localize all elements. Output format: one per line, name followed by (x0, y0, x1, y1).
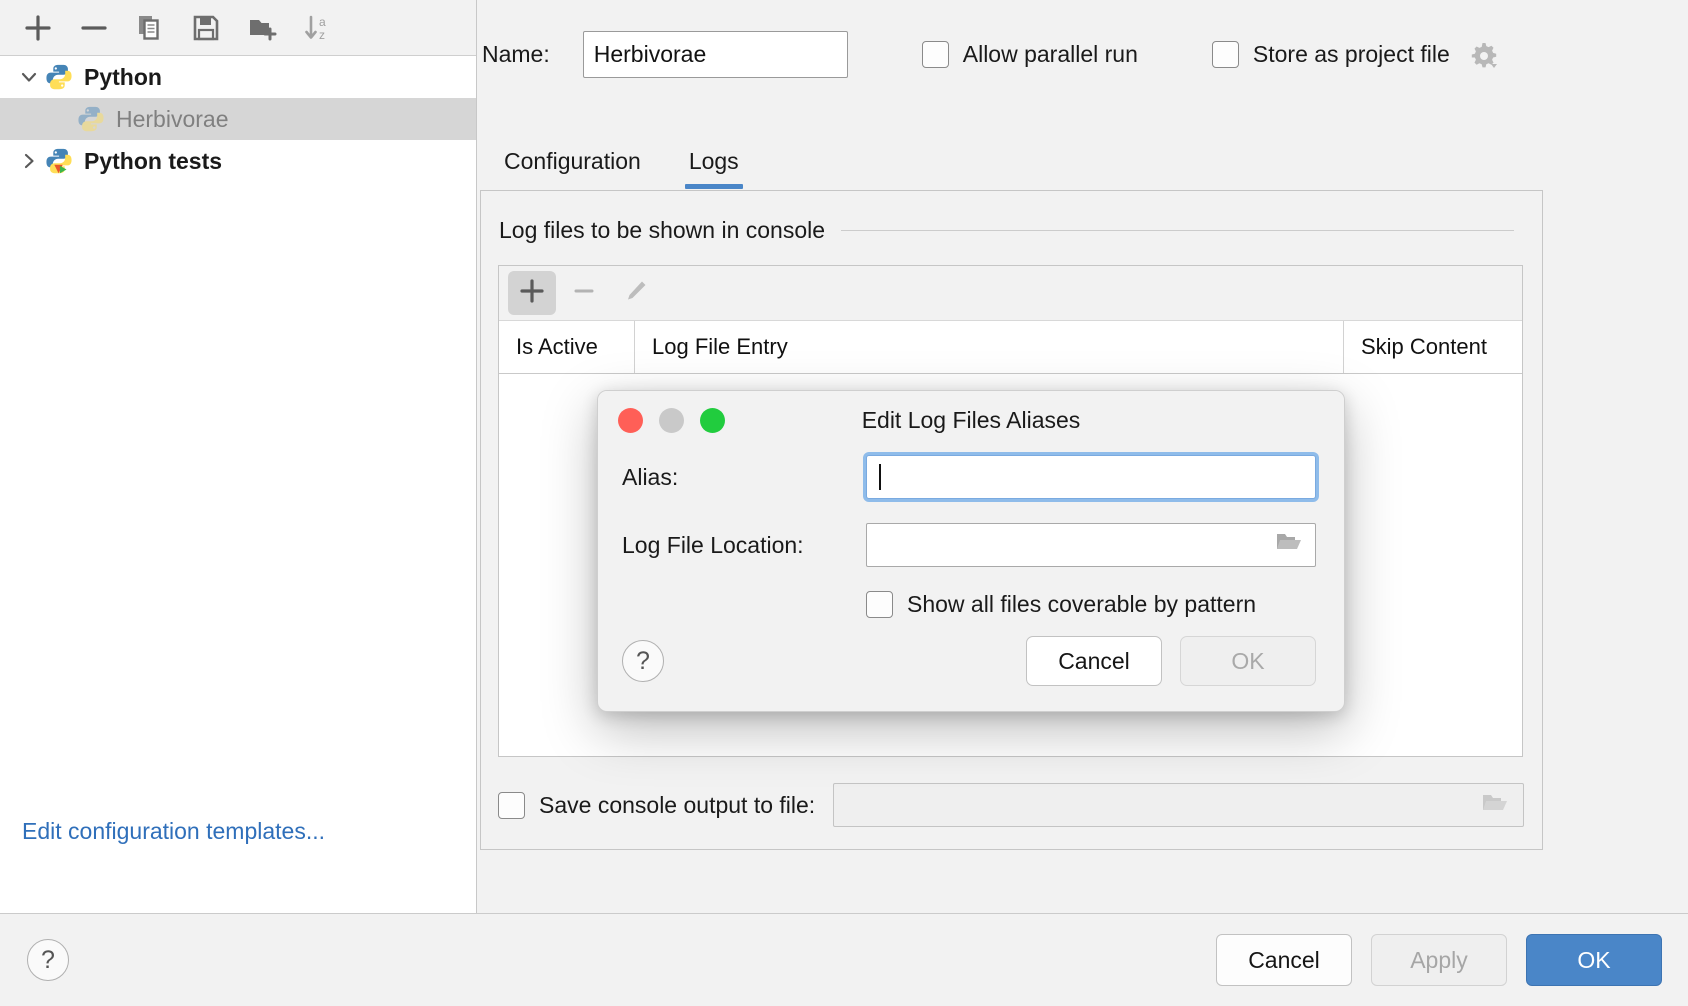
log-files-table-header: Is Active Log File Entry Skip Content (499, 321, 1522, 374)
minus-icon (570, 277, 598, 310)
allow-parallel-run-checkbox[interactable]: Allow parallel run (922, 41, 1138, 68)
folder-browse-icon[interactable] (1481, 791, 1509, 820)
show-all-files-checkbox[interactable]: Show all files coverable by pattern (866, 591, 1316, 618)
log-file-location-label: Log File Location: (622, 532, 866, 559)
alias-input[interactable] (866, 455, 1316, 499)
save-configuration-button[interactable] (180, 5, 232, 51)
python-tests-icon (44, 146, 74, 176)
window-traffic-lights (618, 408, 725, 433)
sort-alpha-icon: a z (303, 13, 333, 43)
minus-icon (79, 13, 109, 43)
add-configuration-button[interactable] (12, 5, 64, 51)
allow-parallel-run-label: Allow parallel run (963, 41, 1138, 68)
pencil-icon (622, 277, 650, 310)
dialog-ok-button[interactable]: OK (1180, 636, 1316, 686)
log-file-location-row: Log File Location: (622, 523, 1316, 567)
sidebar-toolbar: a z (0, 0, 476, 56)
dialog-action-buttons: Cancel Apply OK (1216, 934, 1662, 986)
plus-icon (518, 277, 546, 310)
checkbox-box[interactable] (922, 41, 949, 68)
tree-item-label: Python (84, 64, 162, 91)
checkbox-box[interactable] (866, 591, 893, 618)
group-title-label: Log files to be shown in console (499, 217, 825, 244)
tab-label: Configuration (504, 148, 641, 174)
python-icon (44, 62, 74, 92)
configurations-sidebar: a z Python (0, 0, 477, 913)
move-into-folder-button[interactable] (236, 5, 288, 51)
log-files-group-title: Log files to be shown in console (499, 217, 1514, 244)
name-input[interactable] (583, 31, 848, 78)
tree-group-python[interactable]: Python (0, 56, 476, 98)
close-window-icon[interactable] (618, 408, 643, 433)
checkbox-box[interactable] (1212, 41, 1239, 68)
text-caret (879, 464, 881, 490)
configurations-tree: Python Herbivorae (0, 56, 476, 182)
remove-configuration-button[interactable] (68, 5, 120, 51)
svg-text:z: z (319, 28, 325, 42)
plus-icon (23, 13, 53, 43)
column-header-log-file-entry: Log File Entry (635, 321, 1344, 373)
log-file-location-input[interactable] (866, 523, 1316, 567)
zoom-window-icon[interactable] (700, 408, 725, 433)
gear-dropdown-icon[interactable] (1466, 37, 1500, 71)
folder-add-icon (247, 13, 277, 43)
folder-browse-icon[interactable] (1275, 530, 1303, 560)
save-console-output-input[interactable] (833, 783, 1524, 827)
name-label: Name: (482, 41, 550, 68)
tree-item-label: Herbivorae (116, 106, 229, 133)
tab-configuration[interactable]: Configuration (480, 148, 665, 189)
edit-configuration-templates-link[interactable]: Edit configuration templates... (22, 818, 325, 845)
dialog-cancel-button[interactable]: Cancel (1026, 636, 1162, 686)
dialog-titlebar: Edit Log Files Aliases (598, 391, 1344, 449)
column-header-skip-content: Skip Content (1344, 321, 1522, 373)
minimize-window-icon[interactable] (659, 408, 684, 433)
copy-icon (135, 13, 165, 43)
column-header-is-active: Is Active (499, 321, 635, 373)
apply-button[interactable]: Apply (1371, 934, 1507, 986)
dialog-help-button[interactable]: ? (622, 640, 664, 682)
tree-group-python-tests[interactable]: Python tests (0, 140, 476, 182)
copy-configuration-button[interactable] (124, 5, 176, 51)
dialog-bottom-bar: ? Cancel Apply OK (0, 913, 1688, 1006)
chevron-down-icon[interactable] (14, 62, 44, 92)
add-log-file-button[interactable] (508, 271, 556, 315)
cancel-button[interactable]: Cancel (1216, 934, 1352, 986)
chevron-right-icon[interactable] (14, 146, 44, 176)
alias-label: Alias: (622, 464, 866, 491)
edit-log-files-aliases-dialog: Edit Log Files Aliases Alias: Log File L… (597, 390, 1345, 712)
save-console-output-checkbox[interactable] (498, 792, 525, 819)
tab-logs[interactable]: Logs (665, 148, 763, 189)
tree-item-herbivorae[interactable]: Herbivorae (0, 98, 476, 140)
run-debug-configurations-window: a z Python (0, 0, 1688, 1006)
dialog-buttons: Cancel OK (1026, 636, 1316, 686)
svg-text:a: a (319, 15, 326, 29)
store-as-project-file-checkbox[interactable]: Store as project file (1212, 37, 1500, 71)
dialog-body: Alias: Log File Location: (598, 449, 1344, 618)
group-title-rule (841, 230, 1514, 231)
dialog-footer: ? Cancel OK (598, 636, 1344, 686)
alias-row: Alias: (622, 455, 1316, 499)
store-as-project-file-label: Store as project file (1253, 41, 1450, 68)
save-console-output-label: Save console output to file: (539, 792, 815, 819)
python-config-icon (76, 104, 106, 134)
name-row: Name: Allow parallel run Store as projec… (478, 26, 1688, 82)
tree-item-label: Python tests (84, 148, 222, 175)
save-icon (191, 13, 221, 43)
sort-configurations-button[interactable]: a z (292, 5, 344, 51)
log-files-table-toolbar (499, 266, 1522, 321)
show-all-files-label: Show all files coverable by pattern (907, 591, 1256, 618)
active-tab-indicator (685, 184, 743, 189)
help-button[interactable]: ? (27, 939, 69, 981)
tab-label: Logs (689, 148, 739, 174)
edit-log-file-button[interactable] (612, 271, 660, 315)
remove-log-file-button[interactable] (560, 271, 608, 315)
save-console-output-row: Save console output to file: (498, 783, 1524, 827)
editor-tabs: Configuration Logs (480, 133, 763, 189)
ok-button[interactable]: OK (1526, 934, 1662, 986)
